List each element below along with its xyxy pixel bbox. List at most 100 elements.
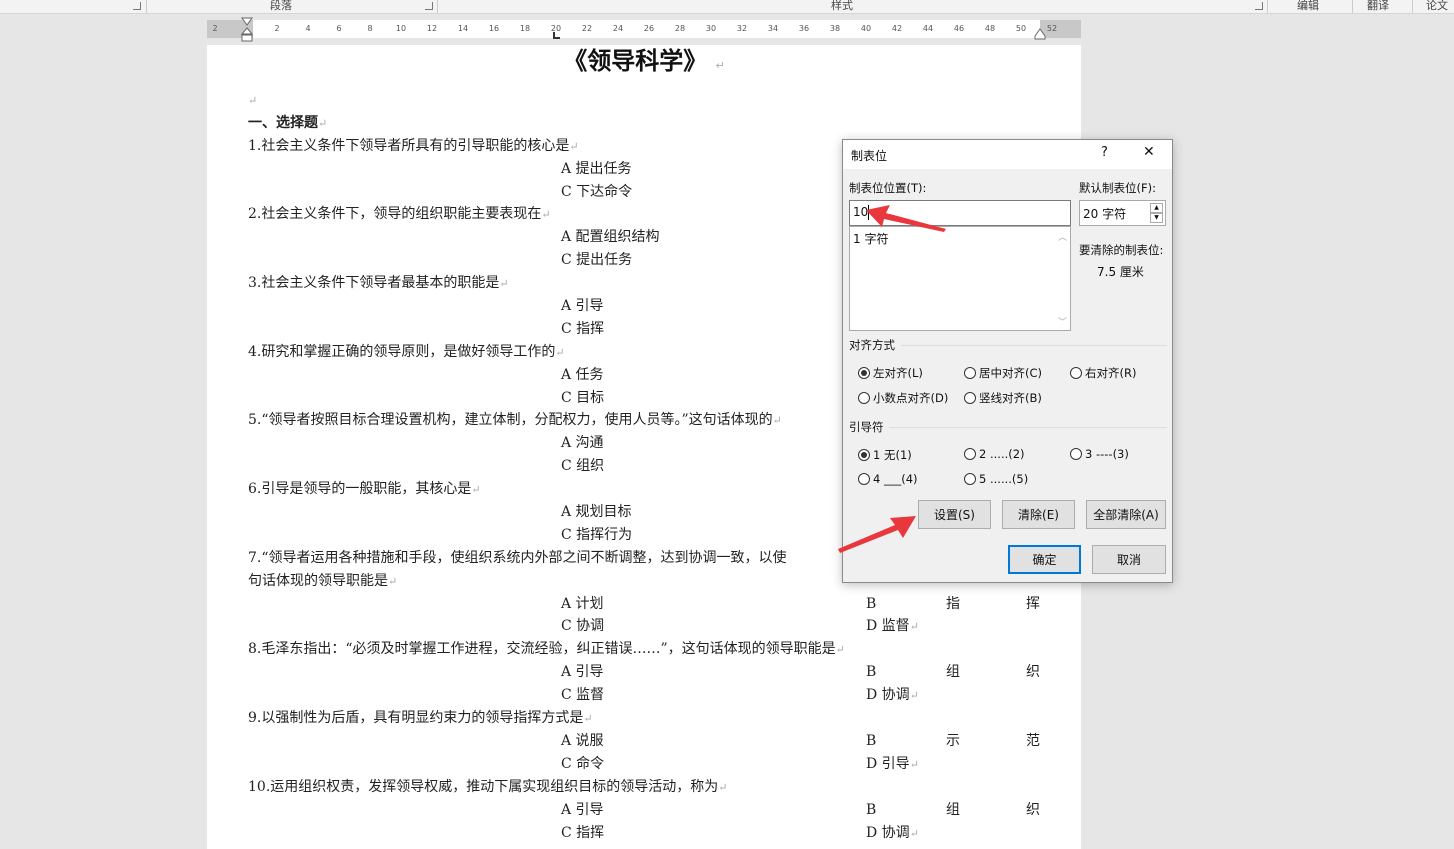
radio-align-center[interactable]: 居中对齐(C) [964,365,1042,381]
option-text: A 规划目标 [561,504,632,521]
radio-align-bar[interactable]: 竖线对齐(B) [964,390,1042,406]
radio-icon [1070,448,1082,460]
tab-stop-list[interactable]: 1 字符 ︿ ﹀ [849,226,1071,331]
options-row: C 监督 D 协调↵ [248,684,1068,707]
option-text: C 下达命令 [561,183,633,200]
default-tab-label: 默认制表位(F): [1079,181,1156,195]
option-text: A 计划 [561,595,604,612]
option-text: A 沟通 [561,435,604,452]
ribbon-group-translate[interactable]: 翻译 [1367,0,1389,13]
radio-leader-none[interactable]: 1 无(1) [858,447,912,463]
option-text: C 目标 [561,389,605,406]
dialog-title-bar[interactable]: 制表位 ? ✕ [843,140,1172,169]
ruler-tick: 22 [581,24,593,33]
paragraph-mark-icon: ↵ [772,414,782,428]
ribbon-group-styles: 样式 [831,0,853,12]
cancel-button[interactable]: 取消 [1092,545,1166,574]
option-text: C 命令 [561,755,605,772]
ruler-tick: 38 [829,24,841,33]
option-text: C 指挥行为 [561,526,633,543]
ruler-tick: 44 [922,24,934,33]
radio-icon [858,473,870,485]
clear-all-button[interactable]: 全部清除(A) [1086,500,1166,529]
paragraph-mark-icon: ↵ [909,689,919,703]
radio-leader-dashes[interactable]: 3 ----(3) [1070,447,1129,461]
option-text: C 组织 [561,458,605,475]
ribbon-group-paragraph: 段落 [270,0,292,12]
option-text: A 提出任务 [561,160,632,177]
radio-align-right[interactable]: 右对齐(R) [1070,365,1136,381]
radio-label: 小数点对齐(D) [873,391,949,405]
radio-align-left[interactable]: 左对齐(L) [858,365,923,381]
options-row: C 协调 D 监督↵ [248,615,1068,638]
question-line: 8.毛泽东指出：“必须及时掌握工作进程，交流经验，纠正错误……”，这句话体现的领… [248,638,1068,661]
set-button[interactable]: 设置(S) [918,500,991,529]
radio-label: 左对齐(L) [873,366,923,380]
font-launcher-icon[interactable] [133,2,141,10]
right-indent-marker-icon[interactable] [1034,28,1046,40]
option-text: D 引导↵ [866,755,919,772]
ruler-tick: 16 [488,24,500,33]
help-button[interactable]: ? [1101,145,1108,160]
styles-launcher-icon[interactable] [1255,2,1263,10]
paragraph-mark-icon: ↵ [909,620,919,634]
stepper-down-icon[interactable]: ▼ [1150,213,1163,223]
option-text: 织 [1026,801,1040,818]
question-text: 7.“领导者运用各种措施和手段，使组织系统内外部之间不断调整，达到协调一致，以使 [248,549,787,566]
radio-leader-middle-dots[interactable]: 5 ......(5) [964,472,1028,486]
options-row: C 指挥 D 协调↵ [248,822,1068,845]
alignment-label: 对齐方式 [849,338,895,352]
tabs-to-clear-label: 要清除的制表位: [1079,243,1164,257]
radio-leader-dots[interactable]: 2 .....(2) [964,447,1025,461]
paragraph-mark-icon: ↵ [909,826,919,840]
question-text: 2.社会主义条件下，领导的组织职能主要表现在 [248,206,542,223]
options-row: A 引导 B 组 织 [248,661,1068,684]
stepper-up-icon[interactable]: ▲ [1150,203,1163,213]
ribbon-group-paper[interactable]: 论文 [1426,0,1448,13]
close-button[interactable]: ✕ [1143,144,1155,160]
horizontal-ruler[interactable]: 2 2 4 6 8 10 12 14 16 18 20 22 24 26 28 30 32 34 36 38 40 42… [207,17,1081,42]
radio-leader-line[interactable]: 4 ___(4) [858,472,918,486]
ruler-tick: 32 [736,24,748,33]
option-text: A 引导 [561,801,604,818]
radio-icon [964,367,976,379]
option-text: B [866,595,877,612]
tab-stop-icon[interactable] [553,32,561,40]
tab-stop-list-item[interactable]: 1 字符 [853,230,888,247]
dialog-title: 制表位 [851,149,888,163]
radio-icon [964,448,976,460]
tab-position-input[interactable]: 10 [849,200,1071,226]
options-row: A 引导 B 组 织 [248,799,1068,822]
divider [146,0,147,13]
option-text: D 监督↵ [866,618,919,635]
radio-label: 2 .....(2) [979,447,1025,461]
radio-align-decimal[interactable]: 小数点对齐(D) [858,390,948,406]
radio-label: 居中对齐(C) [979,366,1043,380]
clear-button[interactable]: 清除(E) [1002,500,1075,529]
tabs-dialog: 制表位 ? ✕ 制表位位置(T): 10 1 字符 ︿ ﹀ 默认制表位(F): … [842,139,1173,583]
paragraph-mark-icon: ↵ [471,483,481,497]
title-text: 《领导科学》 [563,47,708,75]
paragraph-mark-icon: ↵ [569,139,579,153]
ruler-tick: 8 [367,24,373,33]
ok-button[interactable]: 确定 [1008,545,1081,574]
paragraph-mark-icon: ↵ [835,643,845,657]
question-text: 9.以强制性为后盾，具有明显约束力的领导指挥方式是 [248,710,584,727]
default-tab-stepper[interactable]: 20 字符 ▲ ▼ [1079,200,1166,226]
option-text: C 监督 [561,687,605,704]
divider [889,427,1167,428]
paragraph-launcher-icon[interactable] [425,2,433,10]
ruler-tick: 42 [891,24,903,33]
scroll-up-icon[interactable]: ︿ [1058,230,1067,243]
ruler-tick: 52 [1046,24,1058,33]
ruler-tick: 10 [395,24,407,33]
paragraph-mark-icon: ↵ [718,780,728,794]
scroll-down-icon[interactable]: ﹀ [1058,315,1067,328]
ribbon-group-editing[interactable]: 编辑 [1297,0,1319,13]
options-row: C 命令 D 引导↵ [248,753,1068,776]
ruler-tick: 6 [336,24,342,33]
options-row: A 说服 B 示 范 [248,730,1068,753]
ruler-tick: 36 [798,24,810,33]
question-text: 1.社会主义条件下领导者所具有的引导职能的核心是 [248,137,570,154]
tab-position-value: 10 [853,205,869,219]
